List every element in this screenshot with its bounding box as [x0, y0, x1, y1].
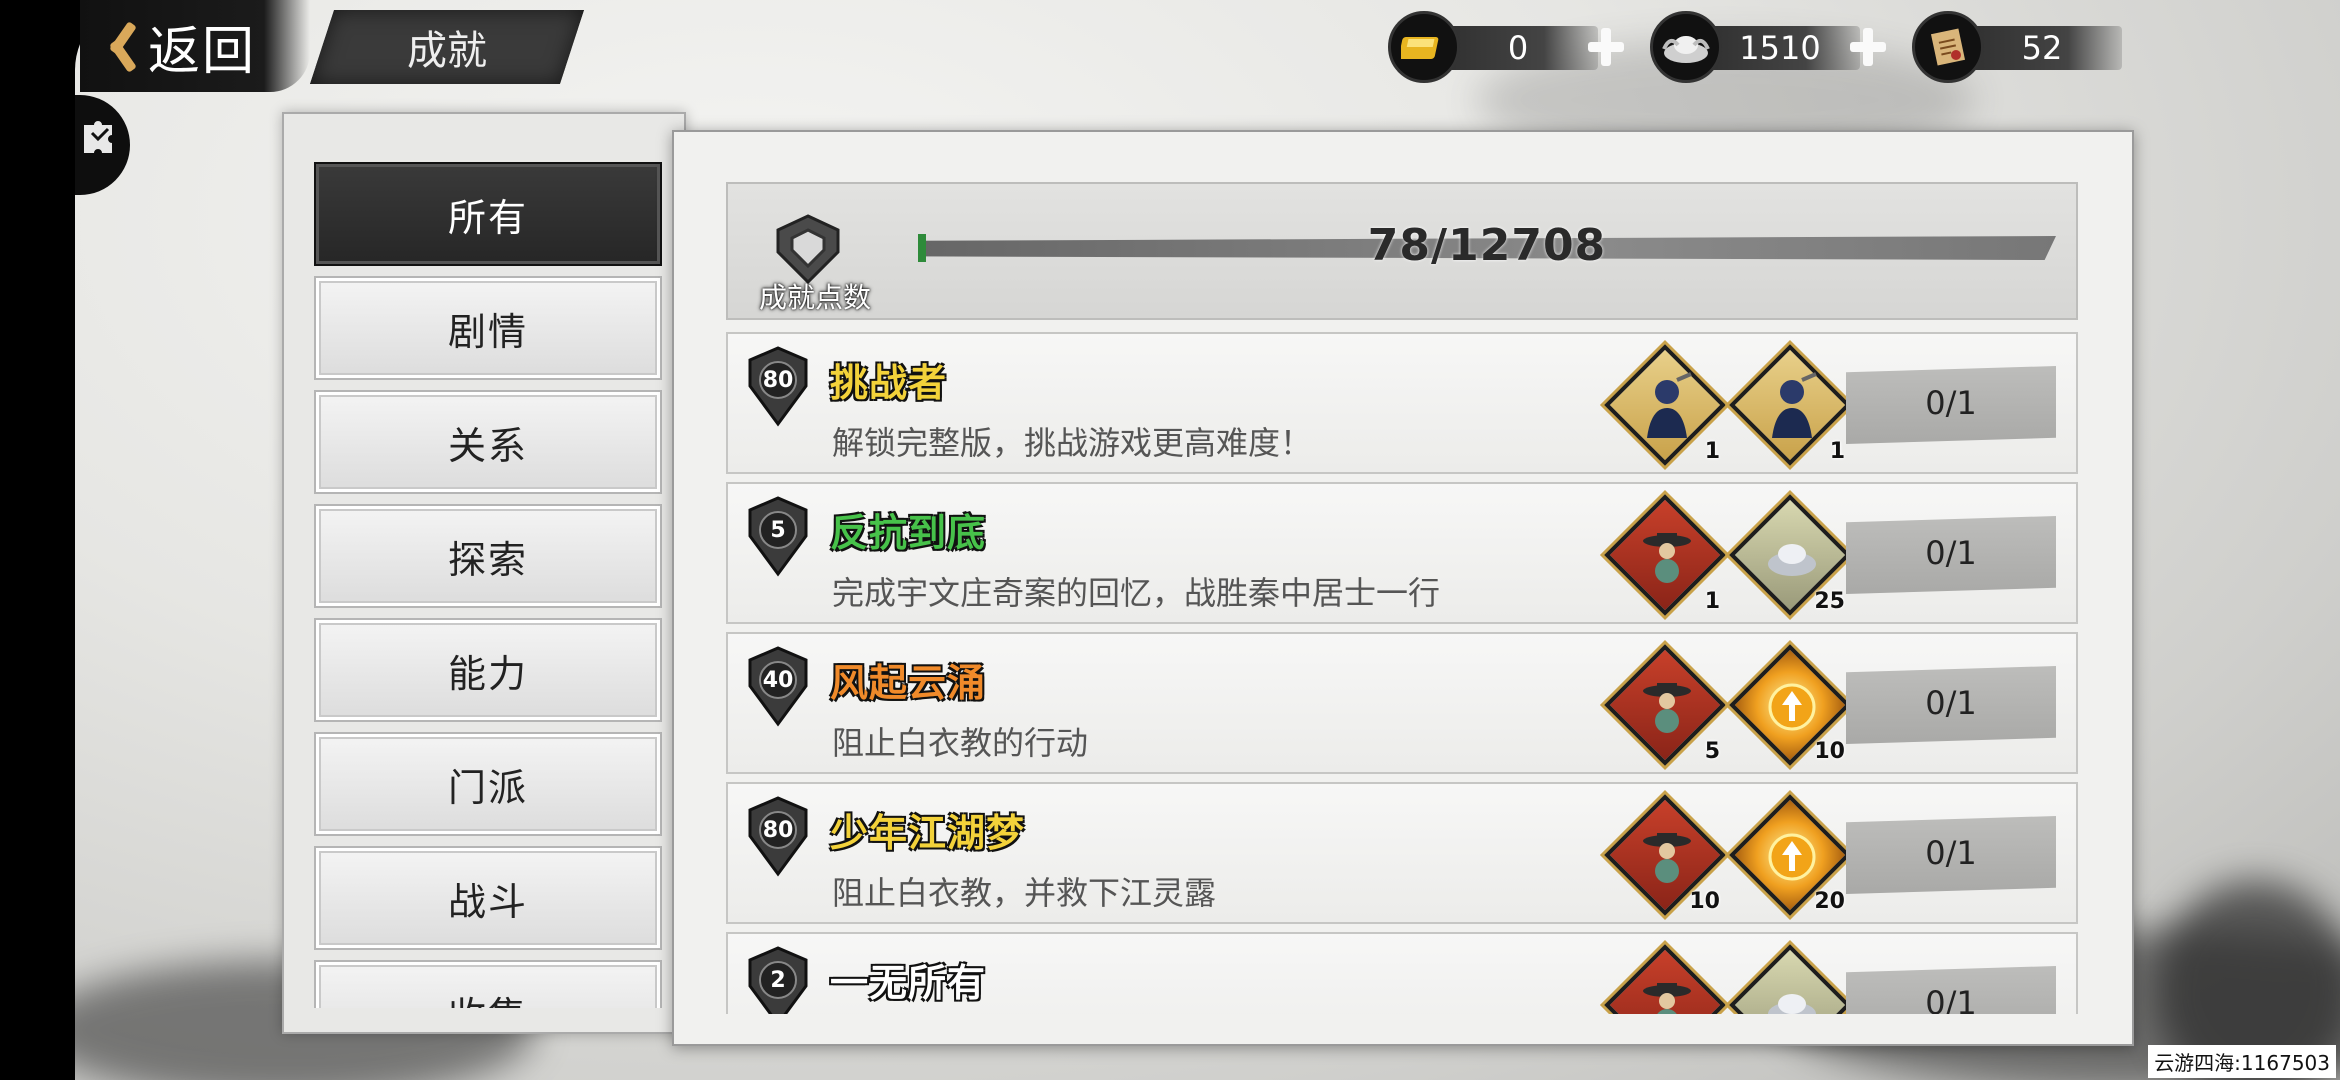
silver-ingot-icon — [1650, 11, 1722, 83]
currency-gold: 0 — [1388, 11, 1638, 83]
hat-merchant-icon — [1643, 833, 1691, 883]
reward-item[interactable]: 1 — [1604, 494, 1726, 616]
points-badge-icon: 5 — [742, 496, 814, 578]
warrior-portrait-icon — [1647, 372, 1692, 438]
achievement-row[interactable]: 5 反抗到底 完成宇文庄奇案的回忆，战胜秦中居士一行 1 25 0/1 — [726, 482, 2078, 624]
points-badge-icon: 2 — [742, 946, 814, 1014]
category-story[interactable]: 剧情 — [314, 276, 662, 380]
reward-item[interactable]: 10 — [1729, 644, 1851, 766]
golden-orb-icon — [1768, 683, 1816, 731]
gold-ingot-icon — [1388, 11, 1460, 83]
hat-merchant-icon — [1643, 533, 1691, 583]
currency-scroll: 52 — [1912, 11, 2162, 83]
achievement-desc: 阻止白衣教的行动 — [832, 724, 1089, 762]
currency-silver: 1510 — [1650, 11, 1900, 83]
category-panel: 所有 剧情 关系 探索 能力 门派 战斗 收集 — [282, 112, 686, 1034]
category-relations[interactable]: 关系 — [314, 390, 662, 494]
points-progress-text: 78/12708 — [1367, 220, 1607, 271]
achievement-title: 一无所有 — [830, 961, 987, 1005]
scroll-value: 52 — [2021, 29, 2063, 67]
silver-ingot-icon — [1768, 994, 1816, 1014]
reward-item[interactable]: 5 — [1604, 644, 1726, 766]
achievement-row[interactable]: 80 挑战者 解锁完整版，挑战游戏更高难度！ 1 1 0/1 — [726, 332, 2078, 474]
silver-value: 1510 — [1739, 29, 1821, 67]
warrior-portrait-icon — [1772, 372, 1817, 438]
silver-ingot-icon — [1768, 544, 1816, 576]
achievement-desc: 完成宇文庄奇案的回忆，战胜秦中居士一行 — [832, 574, 1441, 612]
achievement-points-row: 成就点数 78/12708 — [726, 182, 2078, 320]
category-collect[interactable]: 收集 — [314, 960, 662, 1008]
reward-item[interactable] — [1729, 944, 1851, 1014]
hat-merchant-icon — [1643, 983, 1691, 1014]
category-list[interactable]: 所有 剧情 关系 探索 能力 门派 战斗 收集 — [314, 162, 666, 1008]
achievement-desc: 解锁完整版，挑战游戏更高难度！ — [832, 424, 1313, 462]
achievement-progress: 0/1 — [1925, 534, 1977, 572]
category-battle[interactable]: 战斗 — [314, 846, 662, 950]
achievement-title: 少年江湖梦 — [830, 811, 1026, 855]
page-title: 成就 — [407, 28, 487, 74]
points-badge-icon: 40 — [742, 646, 814, 728]
points-label: 成就点数 — [758, 281, 871, 314]
gold-value: 0 — [1507, 29, 1529, 67]
reward-item[interactable]: 25 — [1729, 494, 1851, 616]
achievement-progress: 0/1 — [1925, 834, 1977, 872]
reward-item[interactable]: 10 — [1604, 794, 1726, 916]
achievement-title: 挑战者 — [830, 361, 948, 405]
reward-item[interactable]: 20 — [1729, 794, 1851, 916]
category-all[interactable]: 所有 — [314, 162, 662, 266]
achievement-row[interactable]: 2 一无所有 0/1 — [726, 932, 2078, 1014]
reward-item[interactable]: 1 — [1604, 344, 1726, 466]
category-explore[interactable]: 探索 — [314, 504, 662, 608]
achievement-desc: 阻止白衣教，并救下江灵露 — [832, 874, 1217, 912]
chevron-left-icon — [100, 21, 134, 71]
add-gold-button[interactable] — [1586, 24, 1626, 70]
category-ability[interactable]: 能力 — [314, 618, 662, 722]
reward-item[interactable]: 1 — [1729, 344, 1851, 466]
back-label: 返回 — [148, 21, 257, 82]
watermark: 云游四海:1167503 — [2148, 1045, 2336, 1078]
achievement-progress: 0/1 — [1925, 984, 1977, 1014]
achievement-row[interactable]: 40 风起云涌 阻止白衣教的行动 5 10 0/1 — [726, 632, 2078, 774]
add-silver-button[interactable] — [1848, 24, 1888, 70]
achievement-title: 反抗到底 — [830, 511, 987, 555]
hat-merchant-icon — [1643, 683, 1691, 733]
category-sect[interactable]: 门派 — [314, 732, 662, 836]
back-button[interactable]: 返回 — [80, 0, 310, 92]
achievement-panel: 成就点数 78/12708 80 挑战者 解锁完整版，挑战游戏更高难度！ 1 1 — [672, 130, 2134, 1046]
achievement-title: 风起云涌 — [830, 661, 987, 705]
points-badge-icon: 80 — [742, 346, 814, 428]
golden-orb-icon — [1768, 833, 1816, 881]
scroll-ticket-icon — [1912, 11, 1984, 83]
reward-item[interactable] — [1604, 944, 1726, 1014]
achievement-list[interactable]: 成就点数 78/12708 80 挑战者 解锁完整版，挑战游戏更高难度！ 1 1 — [726, 182, 2078, 1014]
achievement-progress: 0/1 — [1925, 684, 1977, 722]
achievement-progress: 0/1 — [1925, 384, 1977, 422]
puzzle-icon[interactable] — [80, 115, 120, 155]
achievement-row[interactable]: 80 少年江湖梦 阻止白衣教，并救下江灵露 10 20 0/1 — [726, 782, 2078, 924]
points-badge-icon: 80 — [742, 796, 814, 878]
